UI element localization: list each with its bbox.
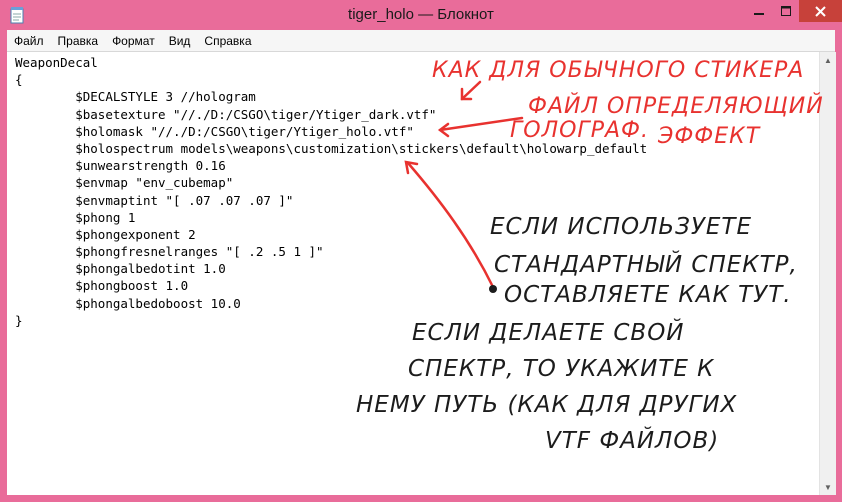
editor-line: $envmap "env_cubemap" [15,175,234,191]
menu-help[interactable]: Справка [197,34,258,48]
minimize-button[interactable] [745,0,773,22]
title-bar[interactable]: tiger_holo — Блокнот [0,0,842,30]
annotation-holo-file: ФАЙЛ ОПРЕДЕЛЯЮЩИЙ [528,94,824,119]
window-title: tiger_holo — Блокнот [348,6,494,23]
close-icon [815,5,826,17]
scroll-up-icon[interactable]: ▲ [820,52,836,68]
maximize-button[interactable] [773,0,799,22]
annotation-custom-2: СПЕКТР, ТО УКАЖИТЕ К [408,356,715,382]
scroll-down-icon[interactable]: ▼ [820,479,836,495]
annotation-holo-graph: ГОЛОГРАФ. [510,118,649,143]
menu-bar: Файл Правка Формат Вид Справка [7,30,835,52]
annotation-standard-2: СТАНДАРТНЫЙ СПЕКТР, [494,252,798,278]
editor-line: $envmaptint "[ .07 .07 .07 ]" [15,192,294,208]
menu-format[interactable]: Формат [105,34,162,48]
close-button[interactable] [799,0,842,22]
annotation-standard-3: ОСТАВЛЯЕТЕ КАК ТУТ. [504,282,792,308]
annotation-custom-4: VTF ФАЙЛОВ) [545,428,720,454]
menu-edit[interactable]: Правка [51,34,106,48]
annotation-regular-sticker: КАК ДЛЯ ОБЫЧНОГО СТИКЕРА [432,58,805,83]
menu-view[interactable]: Вид [162,34,198,48]
notepad-window: tiger_holo — Блокнот Файл Правка Формат … [0,0,842,502]
menu-file[interactable]: Файл [7,34,51,48]
annotation-standard-1: ЕСЛИ ИСПОЛЬЗУЕТЕ [490,214,753,240]
maximize-icon [781,6,791,16]
annotation-custom-3: НЕМУ ПУТЬ (КАК ДЛЯ ДРУГИХ [356,392,738,418]
annotation-custom-1: ЕСЛИ ДЕЛАЕТЕ СВОЙ [412,320,685,346]
minimize-icon [754,13,764,15]
annotation-holo-effect: ЭФФЕКТ [658,124,761,149]
editor-line: $unwearstrength 0.16 [15,158,226,174]
